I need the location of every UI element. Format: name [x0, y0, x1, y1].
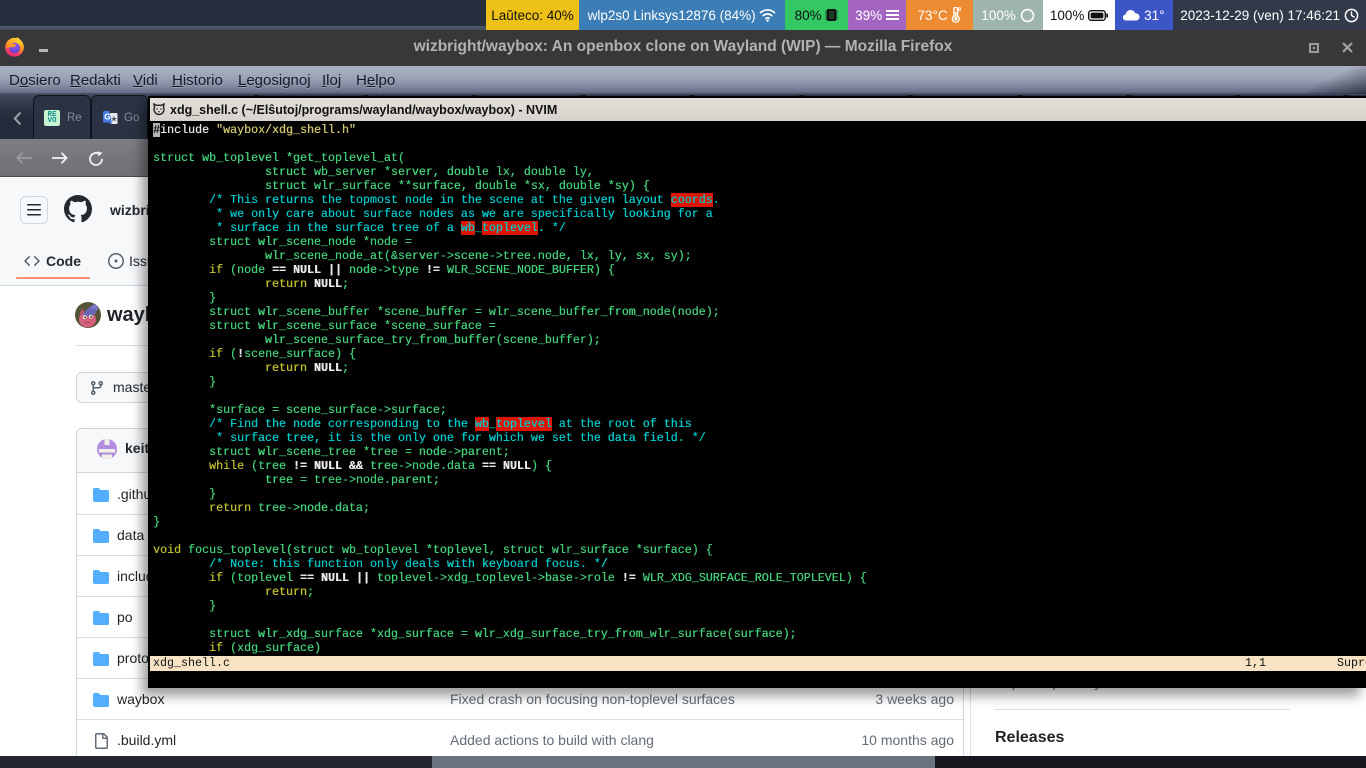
svg-text:G: G [104, 113, 110, 122]
